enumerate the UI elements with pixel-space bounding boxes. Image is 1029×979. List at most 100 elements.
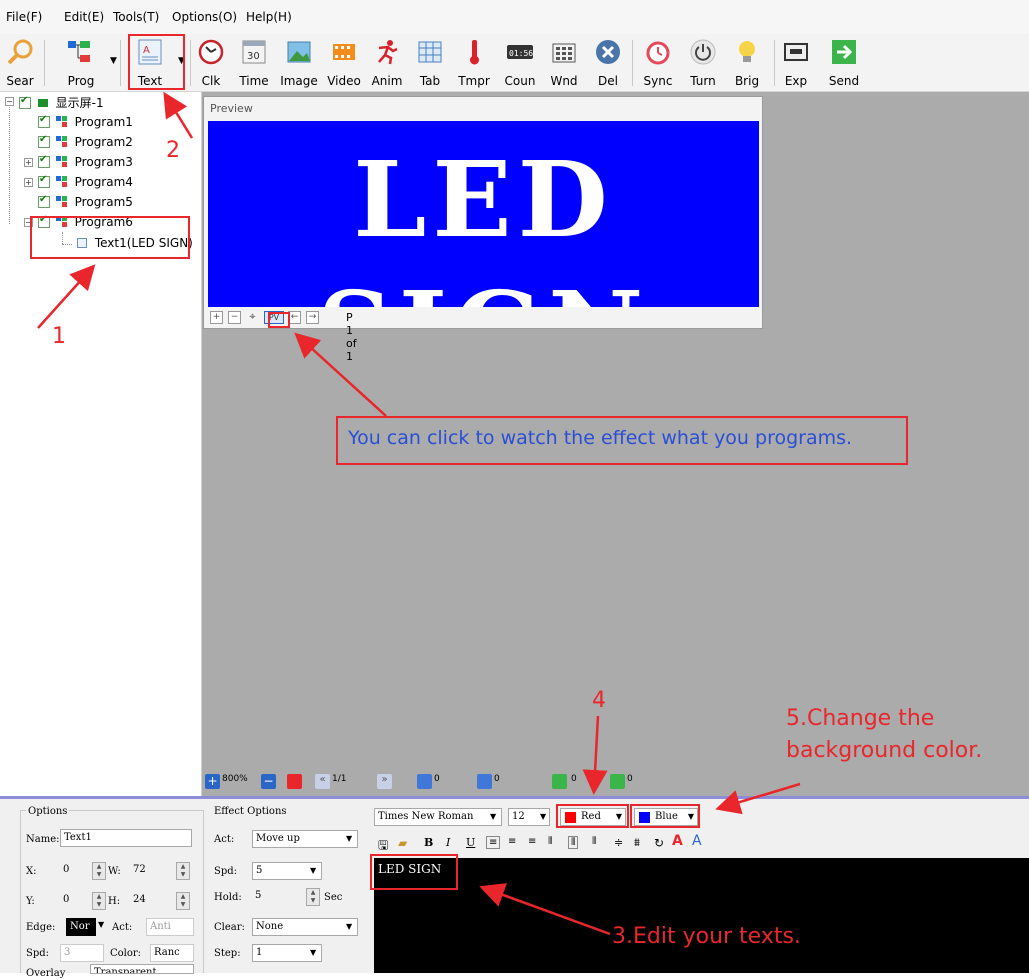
menu-help[interactable]: Help(H) — [246, 10, 292, 24]
font-dropdown-icon[interactable]: ▼ — [490, 812, 496, 821]
bold-button[interactable]: B — [424, 836, 433, 849]
zoom-out-button[interactable]: − — [228, 311, 241, 324]
step-dropdown-icon[interactable]: ▼ — [310, 948, 316, 957]
italic-button[interactable]: I — [446, 836, 450, 849]
zoom-in-button[interactable]: + — [210, 311, 223, 324]
counter-button[interactable]: 01:56 Coun — [500, 34, 540, 92]
menu-file[interactable]: File(F) — [6, 10, 42, 24]
open-folder-icon[interactable]: ▰ — [398, 836, 407, 850]
h-input[interactable]: 24 — [130, 892, 174, 910]
effect-speed-label: Spd: — [214, 866, 238, 877]
menu-tools[interactable]: Tools(T) — [113, 10, 159, 24]
spacing-narrow-icon[interactable]: ⦀ — [592, 836, 596, 847]
tree-program-2[interactable]: Program2 — [38, 134, 133, 152]
align-left-icon[interactable]: ≡ — [486, 836, 501, 849]
horizontal-align-icon[interactable] — [477, 774, 492, 789]
checkbox-icon[interactable] — [38, 174, 50, 188]
clear-label: Clear: — [214, 922, 245, 933]
w-input[interactable]: 72 — [130, 862, 174, 880]
checkbox-icon[interactable] — [38, 114, 50, 128]
effect-act-dropdown-icon[interactable]: ▼ — [346, 834, 352, 843]
program-button[interactable]: ▼ Prog — [56, 34, 117, 92]
tree-program-3[interactable]: Program3 — [38, 154, 133, 172]
hold-input[interactable]: 5 — [252, 888, 306, 906]
edge-act-select[interactable]: Anti — [146, 918, 194, 936]
clear-select[interactable]: None — [252, 918, 358, 936]
zoom-in-icon[interactable]: + — [205, 774, 220, 789]
rewind-icon[interactable]: « — [315, 774, 330, 789]
annotation-step-1: 1 — [52, 324, 66, 349]
temperature-button[interactable]: Tmpr — [454, 34, 494, 92]
effect-speed-dropdown-icon[interactable]: ▼ — [310, 866, 316, 875]
checkbox-icon[interactable] — [38, 194, 50, 208]
clock-button[interactable]: Clk — [196, 34, 226, 92]
export-button[interactable]: Exp — [780, 34, 812, 92]
image-label: Image — [280, 74, 318, 88]
edge-color-select[interactable]: Ranc — [150, 944, 194, 962]
text-color-a-icon[interactable]: A — [672, 833, 683, 849]
fast-forward-icon[interactable]: » — [377, 774, 392, 789]
tree-program-4[interactable]: Program4 — [38, 174, 133, 192]
h-spinner[interactable]: ▲ ▼ — [176, 892, 190, 910]
time-button[interactable]: 30 Time — [236, 34, 272, 92]
effect-act-select[interactable]: Move up — [252, 830, 358, 848]
justify-icon[interactable]: ⦀ — [548, 836, 552, 847]
search-button[interactable]: Sear — [2, 34, 38, 92]
collapse-icon[interactable]: − — [5, 97, 14, 106]
x-input[interactable]: 0 — [60, 862, 92, 880]
tree-screen[interactable]: 显示屏-1 — [19, 94, 104, 112]
align-center-icon[interactable]: ≡ — [508, 836, 516, 847]
zoom-out-icon[interactable]: − — [261, 774, 276, 789]
menu-bar: File(F) Edit(E) Tools(T) Options(O) Help… — [0, 0, 1029, 34]
name-input[interactable]: Text1 — [60, 829, 192, 847]
send-button[interactable]: Send — [826, 34, 862, 92]
sync-button[interactable]: Sync — [640, 34, 676, 92]
program-dropdown-icon[interactable]: ▼ — [110, 56, 117, 66]
image-button[interactable]: Image — [278, 34, 320, 92]
window-button[interactable]: Wnd — [546, 34, 582, 92]
edge-speed-select[interactable]: 3 — [60, 944, 104, 962]
fit-icon[interactable]: ⌖ — [246, 311, 259, 324]
hold-spinner[interactable]: ▲ ▼ — [306, 888, 320, 906]
stop-icon[interactable] — [287, 774, 302, 789]
edge-dropdown-icon[interactable]: ▼ — [98, 920, 104, 929]
text-editor[interactable]: LED SIGN — [374, 858, 1029, 973]
x-spinner[interactable]: ▲ ▼ — [92, 862, 106, 880]
expand-vertical-icon[interactable] — [552, 774, 567, 789]
tree-program-5[interactable]: Program5 — [38, 194, 133, 212]
underline-button[interactable]: U — [466, 836, 475, 849]
vertical-align-icon[interactable]: ⩩ — [634, 836, 640, 850]
spacing-icon[interactable]: ⦀ — [568, 836, 579, 849]
expand-icon[interactable]: + — [24, 178, 33, 187]
table-button[interactable]: Tab — [414, 34, 446, 92]
annotation-step-4: 4 — [592, 688, 606, 713]
font-size-dropdown-icon[interactable]: ▼ — [540, 812, 546, 821]
clear-dropdown-icon[interactable]: ▼ — [346, 922, 352, 931]
next-page-button[interactable]: → — [306, 311, 319, 324]
turn-button[interactable]: Turn — [686, 34, 720, 92]
brightness-button[interactable]: Brig — [730, 34, 764, 92]
checkbox-icon[interactable] — [38, 154, 50, 168]
vertical-align-middle-icon[interactable]: ≑ — [614, 836, 623, 849]
expand-horizontal-icon[interactable] — [610, 774, 625, 789]
edge-select[interactable]: Nor — [66, 918, 96, 936]
align-right-icon[interactable]: ≡ — [528, 836, 536, 847]
vertical-align-icon[interactable] — [417, 774, 432, 789]
menu-edit[interactable]: Edit(E) — [64, 10, 104, 24]
rotate-icon[interactable]: ↻ — [654, 836, 664, 850]
video-button[interactable]: Video — [324, 34, 364, 92]
led-text: LED SIGN — [318, 138, 644, 307]
animation-button[interactable]: Anim — [370, 34, 404, 92]
delete-button[interactable]: Del — [592, 34, 624, 92]
y-spinner[interactable]: ▲ ▼ — [92, 892, 106, 910]
text-outline-a-icon[interactable]: A — [692, 833, 702, 849]
tree-program-1[interactable]: Program1 — [38, 114, 133, 132]
checkbox-icon[interactable] — [38, 134, 50, 148]
font-select[interactable]: Times New Roman — [374, 808, 502, 826]
expand-icon[interactable]: + — [24, 158, 33, 167]
menu-options[interactable]: Options(O) — [172, 10, 237, 24]
y-input[interactable]: 0 — [60, 892, 92, 910]
w-spinner[interactable]: ▲ ▼ — [176, 862, 190, 880]
checkbox-icon[interactable] — [19, 95, 31, 109]
brightness-label: Brig — [734, 74, 760, 88]
